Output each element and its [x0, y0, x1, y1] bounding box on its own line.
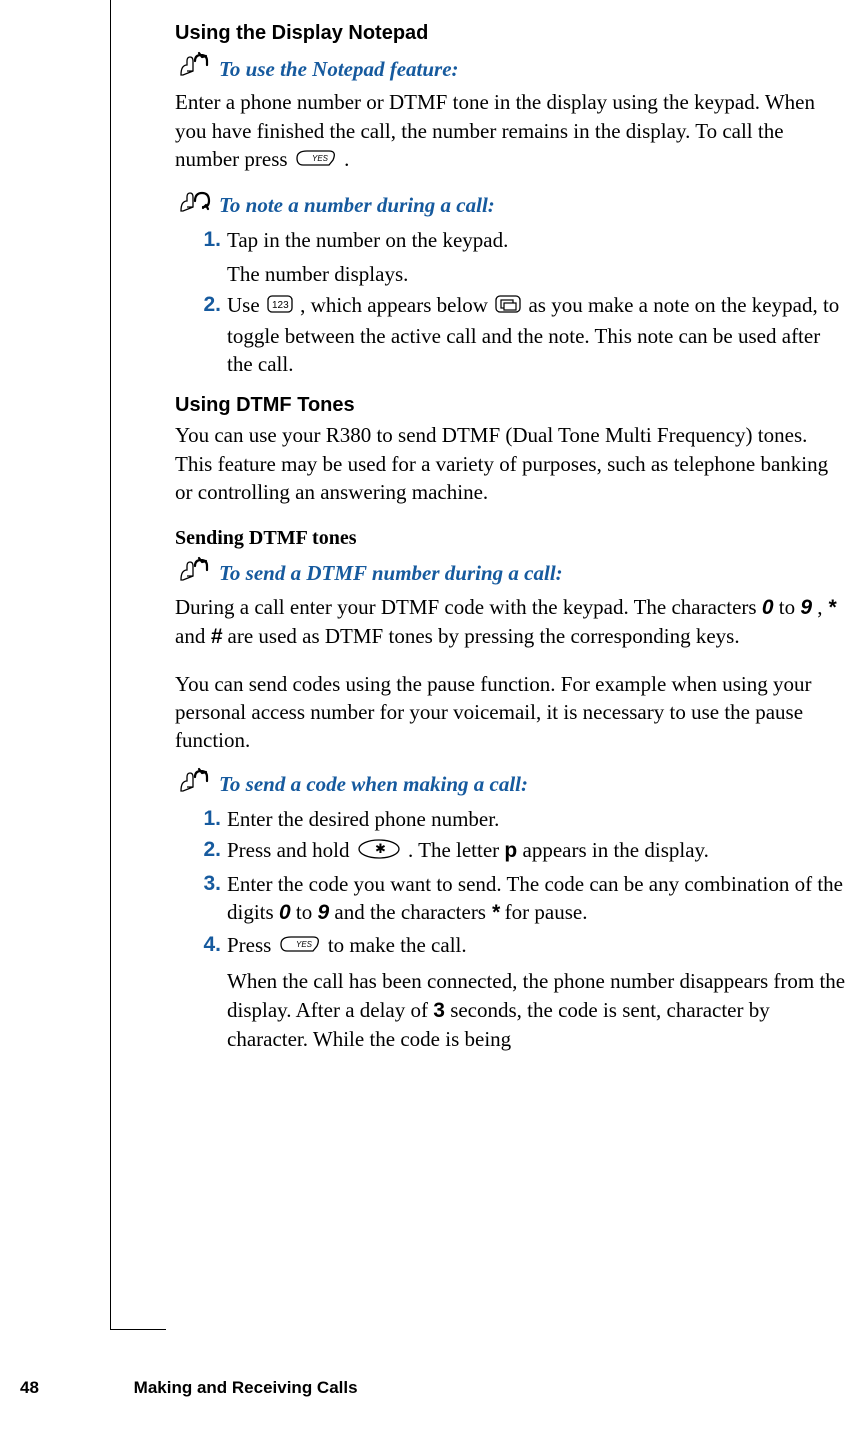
key-9: 9 [317, 901, 329, 924]
step-text: Use 123 , which appears below [227, 291, 848, 378]
letter-p: p [504, 839, 517, 862]
window-key-icon [495, 293, 521, 321]
text: . [344, 147, 349, 171]
text: , [817, 595, 828, 619]
text: to [296, 900, 318, 924]
page-content: Using the Display Notepad To use the Not… [175, 20, 848, 1053]
step-number: 2. [175, 291, 227, 378]
sub-heading-sending-dtmf: Sending DTMF tones [175, 525, 848, 552]
instruction-title: To use the Notepad feature: [219, 55, 459, 83]
svg-text:YES: YES [296, 940, 313, 949]
text: During a call enter your DTMF code with … [175, 595, 762, 619]
margin-rule [110, 0, 166, 1330]
list-item: 2. Use 123 , which appears below [175, 291, 848, 378]
yes-key-icon: YES [295, 147, 337, 175]
key-star: * [828, 596, 836, 619]
page-footer: 48 Making and Receiving Calls [20, 1377, 358, 1400]
hand-arrow-icon [175, 51, 215, 86]
text: , which appears below [300, 293, 493, 317]
step-subtext: The number displays. [227, 260, 848, 288]
instruction-title: To send a code when making a call: [219, 770, 528, 798]
svg-text:✱: ✱ [375, 841, 386, 856]
step-subtext: When the call has been connected, the ph… [227, 967, 848, 1053]
step-text: Enter the desired phone number. [227, 805, 848, 833]
paragraph: You can send codes using the pause funct… [175, 670, 848, 755]
instruction-send-dtmf: To send a DTMF number during a call: [175, 556, 848, 591]
svg-text:YES: YES [312, 154, 329, 163]
step-number: 2. [175, 836, 227, 867]
key-star: * [491, 901, 499, 924]
text: are used as DTMF tones by pressing the c… [228, 624, 740, 648]
list-item: 3. Enter the code you want to send. The … [175, 870, 848, 928]
text: Press [227, 933, 277, 957]
key-0: 0 [762, 596, 774, 619]
section-heading-notepad: Using the Display Notepad [175, 20, 848, 47]
star-key-icon: ✱ [357, 838, 401, 867]
numbered-list: 1. Enter the desired phone number. 2. Pr… [175, 805, 848, 1053]
step-number: 1. [175, 226, 227, 289]
step-text: Press YES to make the call. [227, 931, 848, 961]
text: appears in the display. [523, 838, 709, 862]
list-item: 4. Press YES to make the call. [175, 931, 848, 1053]
hand-arrow-icon [175, 556, 215, 591]
paragraph: Enter a phone number or DTMF tone in the… [175, 88, 848, 175]
step-text: Enter the code you want to send. The cod… [227, 870, 848, 928]
text: and the characters [334, 900, 491, 924]
instruction-title: To send a DTMF number during a call: [219, 559, 563, 587]
step-text: Tap in the number on the keypad. [227, 226, 848, 254]
hand-arrow-icon [175, 767, 215, 802]
text: for pause. [505, 900, 588, 924]
step-number: 4. [175, 931, 227, 1053]
instruction-title: To note a number during a call: [219, 191, 495, 219]
svg-text:123: 123 [272, 300, 289, 311]
text: to [779, 595, 801, 619]
instruction-use-notepad: To use the Notepad feature: [175, 51, 848, 86]
key-9: 9 [800, 596, 812, 619]
chapter-title: Making and Receiving Calls [134, 1378, 358, 1397]
key-0: 0 [279, 901, 291, 924]
yes-key-icon: YES [279, 933, 321, 961]
hand-loop-icon [175, 187, 215, 222]
text: and [175, 624, 211, 648]
text: Use [227, 293, 265, 317]
instruction-send-code: To send a code when making a call: [175, 767, 848, 802]
step-number: 3. [175, 870, 227, 928]
numbered-list: 1. Tap in the number on the keypad. The … [175, 226, 848, 379]
instruction-note-number: To note a number during a call: [175, 187, 848, 222]
step-number: 1. [175, 805, 227, 833]
section-heading-dtmf: Using DTMF Tones [175, 392, 848, 419]
paragraph: During a call enter your DTMF code with … [175, 593, 848, 652]
digit-3: 3 [433, 999, 445, 1022]
list-item: 1. Enter the desired phone number. [175, 805, 848, 833]
list-item: 1. Tap in the number on the keypad. The … [175, 226, 848, 289]
step-text: Press and hold ✱ . The letter p appears … [227, 836, 848, 867]
key-hash: # [211, 625, 223, 648]
text: to make the call. [328, 933, 467, 957]
text: . The letter [408, 838, 504, 862]
page-number: 48 [20, 1378, 39, 1397]
123-key-icon: 123 [267, 293, 293, 321]
text: Enter a phone number or DTMF tone in the… [175, 90, 815, 171]
text: Press and hold [227, 838, 355, 862]
list-item: 2. Press and hold ✱ . The letter p appea… [175, 836, 848, 867]
paragraph: You can use your R380 to send DTMF (Dual… [175, 421, 848, 506]
